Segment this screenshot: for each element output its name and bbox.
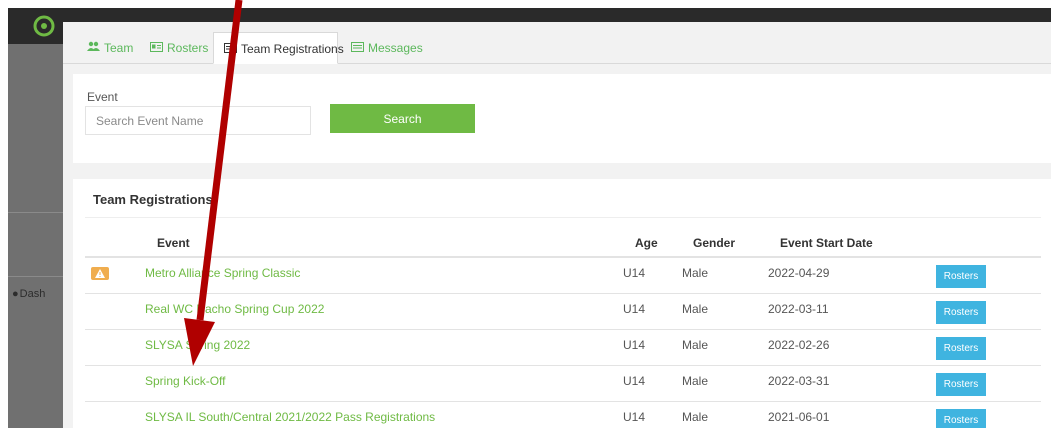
- annotation-arrow: [184, 0, 243, 366]
